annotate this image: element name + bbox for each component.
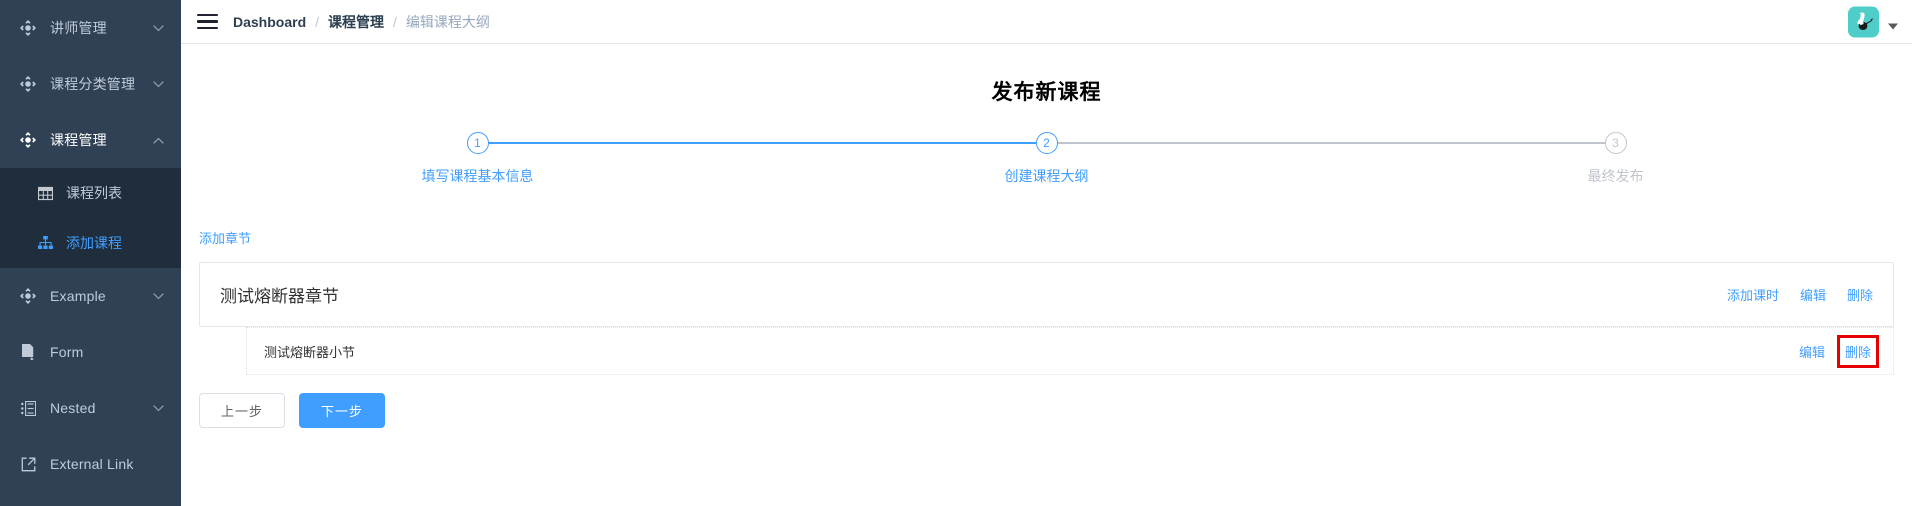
component-icon xyxy=(19,287,37,305)
delete-chapter-link[interactable]: 删除 xyxy=(1847,285,1873,304)
add-chapter-row: 添加章节 xyxy=(181,228,1912,248)
breadcrumb: Dashboard / 课程管理 / 编辑课程大纲 xyxy=(233,12,490,32)
lesson-title: 测试熔断器小节 xyxy=(264,344,356,360)
nested-list-icon xyxy=(19,399,37,417)
chapter-actions: 添加课时 编辑 删除 xyxy=(1727,285,1873,304)
wizard-footer-buttons: 上一步 下一步 xyxy=(181,393,1912,428)
page-title: 发布新课程 xyxy=(991,81,1102,104)
step-1-connector xyxy=(487,142,1036,144)
sidebar-item-instructor-management[interactable]: 讲师管理 xyxy=(0,0,181,56)
chapter-card: 测试熔断器章节 添加课时 编辑 删除 xyxy=(199,262,1894,327)
sidebar-item-nested[interactable]: Nested xyxy=(0,380,181,436)
delete-lesson-link[interactable]: 删除 xyxy=(1836,334,1880,368)
step-3[interactable]: 3 最终发布 xyxy=(1588,132,1644,184)
sidebar-item-category-management[interactable]: 课程分类管理 xyxy=(0,56,181,112)
step-3-title: 最终发布 xyxy=(1587,168,1644,184)
chapter-list: 测试熔断器章节 添加课时 编辑 删除 测试熔断器小节 编辑 删除 xyxy=(181,262,1912,375)
breadcrumb-item-current: 编辑课程大纲 xyxy=(405,13,490,30)
step-1[interactable]: 1 填写课程基本信息 xyxy=(422,132,1036,184)
add-lesson-link[interactable]: 添加课时 xyxy=(1727,285,1779,304)
sidebar-item-external-link[interactable]: External Link xyxy=(0,436,181,492)
tree-hierarchy-icon xyxy=(36,234,54,252)
breadcrumb-item-course-management[interactable]: 课程管理 xyxy=(328,12,384,32)
step-2[interactable]: 2 创建课程大纲 xyxy=(1005,132,1605,184)
component-icon xyxy=(19,75,37,93)
app-root: 讲师管理 课程分类管理 课程管理 课程列表 添加课程 Example Form … xyxy=(0,0,1912,506)
chevron-down-icon xyxy=(152,22,164,34)
table-grid-icon xyxy=(36,184,54,202)
avatar-figure-icon xyxy=(1856,12,1873,30)
top-navbar: Dashboard / 课程管理 / 编辑课程大纲 xyxy=(181,0,1912,44)
lesson-actions: 编辑 删除 xyxy=(1799,334,1880,368)
external-link-icon xyxy=(19,455,37,473)
user-avatar[interactable] xyxy=(1848,6,1879,37)
sidebar-item-course-management[interactable]: 课程管理 xyxy=(0,112,181,168)
user-menu[interactable] xyxy=(1848,6,1898,37)
component-icon xyxy=(19,131,37,149)
page-content: 发布新课程 1 填写课程基本信息 2 创建课程大纲 3 最终发布 添加章节 测试… xyxy=(181,76,1912,506)
hamburger-menu-icon[interactable] xyxy=(189,13,225,30)
sidebar-item-course-list[interactable]: 课程列表 xyxy=(0,168,181,218)
sidebar-item-label: 讲师管理 xyxy=(50,20,107,36)
chapter-title: 测试熔断器章节 xyxy=(220,287,339,306)
add-chapter-link[interactable]: 添加章节 xyxy=(199,231,251,246)
step-1-title: 填写课程基本信息 xyxy=(421,168,534,184)
chevron-down-icon xyxy=(152,402,164,414)
edit-lesson-link[interactable]: 编辑 xyxy=(1799,342,1825,361)
sidebar-item-label: Form xyxy=(50,344,84,360)
main-area: Dashboard / 课程管理 / 编辑课程大纲 发布新课程 1 填写课程基本… xyxy=(181,0,1912,506)
sidebar-item-label: 课程列表 xyxy=(66,185,122,201)
lesson-row: 测试熔断器小节 编辑 删除 xyxy=(246,327,1894,375)
breadcrumb-item-dashboard[interactable]: Dashboard xyxy=(233,14,306,30)
edit-chapter-link[interactable]: 编辑 xyxy=(1800,285,1826,304)
sidebar-item-form[interactable]: Form xyxy=(0,324,181,380)
sidebar-item-label: Example xyxy=(50,288,106,304)
sidebar-item-label: External Link xyxy=(50,456,134,472)
sidebar-item-add-course[interactable]: 添加课程 xyxy=(0,218,181,268)
breadcrumb-separator: / xyxy=(315,13,320,30)
chevron-down-icon xyxy=(152,290,164,302)
sidebar-item-label: 课程分类管理 xyxy=(50,76,136,92)
steps-wizard: 1 填写课程基本信息 2 创建课程大纲 3 最终发布 xyxy=(422,132,1644,188)
sidebar-submenu-course-management: 课程列表 添加课程 xyxy=(0,168,181,268)
previous-step-button[interactable]: 上一步 xyxy=(199,393,286,428)
sidebar-item-label: Nested xyxy=(50,400,96,416)
sidebar-item-label: 课程管理 xyxy=(50,132,107,148)
step-2-circle: 2 xyxy=(1035,132,1058,154)
chevron-down-icon[interactable] xyxy=(1888,23,1898,30)
next-step-button[interactable]: 下一步 xyxy=(299,393,386,428)
chevron-down-icon xyxy=(152,78,164,90)
step-2-connector xyxy=(1056,142,1605,144)
sidebar: 讲师管理 课程分类管理 课程管理 课程列表 添加课程 Example Form … xyxy=(0,0,181,506)
chevron-up-icon xyxy=(152,134,164,146)
form-icon xyxy=(19,343,37,361)
sidebar-item-label: 添加课程 xyxy=(66,235,122,251)
breadcrumb-separator: / xyxy=(393,13,397,30)
sidebar-item-example[interactable]: Example xyxy=(0,268,181,324)
component-icon xyxy=(19,19,37,37)
step-2-title: 创建课程大纲 xyxy=(1004,168,1089,184)
step-3-circle: 3 xyxy=(1604,132,1627,154)
step-1-circle: 1 xyxy=(466,132,489,154)
